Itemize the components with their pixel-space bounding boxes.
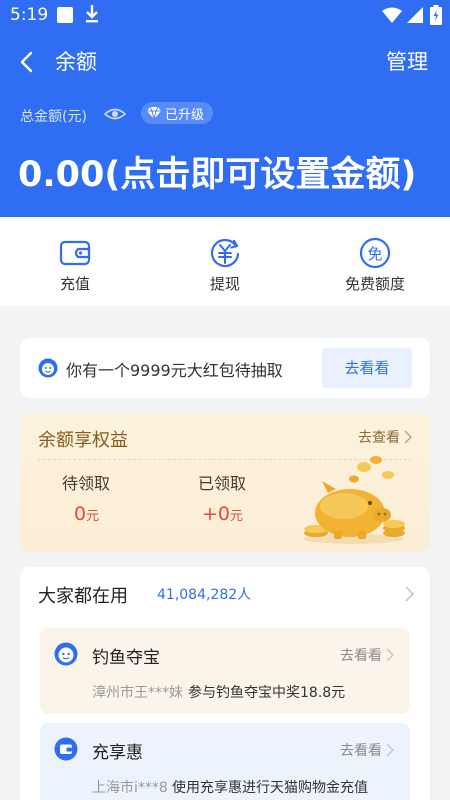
chevron-right-icon	[386, 648, 394, 662]
item-desc: 使用充享惠进行天猫购物金充值	[172, 780, 368, 796]
recharge-label: 充值	[59, 275, 90, 293]
svg-text:免: 免	[367, 245, 382, 263]
item-view-link[interactable]: 去看看	[340, 645, 394, 665]
battery-icon	[430, 5, 442, 25]
withdraw-button[interactable]: 提现	[150, 217, 300, 306]
manage-button[interactable]: 管理	[386, 46, 428, 76]
free-quota-label: 免费额度	[344, 275, 405, 293]
red-packet-view-button[interactable]: 去看看	[322, 348, 412, 388]
benefits-title: 余额享权益	[38, 430, 128, 451]
balance-header: 余额 管理 总金额(元) 已升级 0.00(点击即可设置金额)	[0, 30, 450, 217]
wallet-icon	[59, 240, 91, 266]
balance-amount[interactable]: 0.00(点击即可设置金额)	[18, 146, 416, 197]
chevron-right-icon	[404, 430, 412, 444]
benefits-view-label: 去查看	[358, 430, 400, 446]
item-user: 漳州市王***妹	[92, 685, 183, 701]
chevron-right-icon	[386, 743, 394, 757]
received-value: +0元	[202, 503, 244, 525]
red-packet-text: 你有一个9999元大红包待抽取	[66, 361, 283, 380]
wallet-circle-icon	[54, 737, 78, 761]
status-bar: 5:19	[0, 0, 450, 30]
free-quota-button[interactable]: 免 免费额度	[300, 217, 450, 306]
download-icon	[86, 5, 98, 23]
item-user: 上海市i***8	[92, 780, 168, 796]
popular-services-card: 大家都在用 41,084,282人 钓鱼夺宝 去看看 漳州市王***妹 参与钓鱼…	[20, 567, 430, 800]
back-arrow-icon[interactable]	[14, 48, 42, 76]
upgrade-badge[interactable]: 已升级	[141, 102, 214, 124]
page-title: 余额	[55, 50, 97, 74]
chevron-right-icon[interactable]	[402, 585, 416, 603]
yuan-withdraw-icon	[210, 238, 240, 268]
item-desc: 参与钓鱼夺宝中奖18.8元	[188, 685, 346, 701]
item-title: 充享惠	[92, 743, 143, 763]
face-icon	[38, 358, 58, 378]
item-title: 钓鱼夺宝	[92, 648, 160, 668]
red-packet-card: 你有一个9999元大红包待抽取 去看看	[20, 338, 430, 398]
signal-icon	[407, 7, 423, 23]
free-quota-icon: 免	[359, 237, 391, 269]
list-item-chong-xiang-hui[interactable]: 充享惠 去看看 上海市i***8 使用充享惠进行天猫购物金充值	[40, 723, 410, 800]
received-label: 已领取	[198, 474, 247, 493]
total-amount-label: 总金额(元)	[20, 109, 87, 125]
withdraw-label: 提现	[209, 275, 240, 293]
status-time: 5:19	[10, 5, 49, 25]
pending-label: 待领取	[62, 474, 111, 493]
eye-icon[interactable]	[104, 106, 126, 122]
benefits-view-link[interactable]: 去查看	[358, 427, 412, 447]
list-item-fishing-treasure[interactable]: 钓鱼夺宝 去看看 漳州市王***妹 参与钓鱼夺宝中奖18.8元	[40, 628, 410, 714]
popular-user-count: 41,084,282人	[157, 587, 252, 603]
piggy-bank-icon	[303, 456, 405, 544]
recharge-button[interactable]: 充值	[0, 217, 150, 306]
item-view-link[interactable]: 去看看	[340, 740, 394, 760]
diamond-icon	[147, 107, 161, 119]
pending-value: 0元	[74, 503, 100, 525]
popular-title: 大家都在用	[38, 586, 128, 607]
wifi-icon	[382, 7, 402, 23]
fishing-face-icon	[54, 642, 78, 666]
notification-icon	[57, 7, 73, 23]
upgrade-badge-label: 已升级	[165, 107, 205, 123]
balance-benefits-card: 余额享权益 去查看 待领取 0元 已领取 +0元	[20, 413, 430, 552]
action-bar: 充值 提现 免 免费额度	[0, 217, 450, 306]
